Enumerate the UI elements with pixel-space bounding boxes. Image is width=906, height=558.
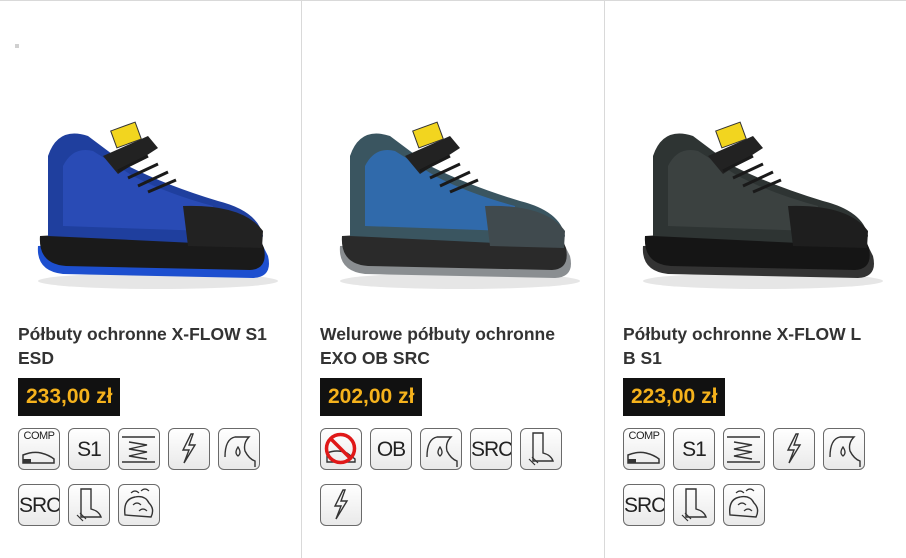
product-title-line[interactable]: Półbuty ochronne X-FLOW S1 — [18, 322, 293, 346]
ob-standard-icon: OB — [370, 428, 412, 470]
product-title-line[interactable]: ESD — [18, 346, 293, 370]
comp-toe-cap-icon: COMP — [18, 428, 60, 470]
antistatic-sole-icon — [723, 428, 765, 470]
esd-lightning-icon — [168, 428, 210, 470]
product-image[interactable] — [18, 96, 288, 301]
esd-lightning-icon — [773, 428, 815, 470]
price-badge: 202,00 zł — [320, 378, 423, 416]
product-title[interactable]: Półbuty ochronne X-FLOW S1 ESD — [18, 322, 293, 370]
product-image[interactable] — [623, 96, 893, 301]
product-title-line[interactable]: B S1 — [623, 346, 898, 370]
product-title-line[interactable]: EXO OB SRC — [320, 346, 595, 370]
product-title-line[interactable]: Welurowe półbuty ochronne — [320, 322, 595, 346]
product-image[interactable] — [320, 96, 590, 301]
esd-lightning-icon — [320, 484, 362, 526]
product-card[interactable]: Welurowe półbuty ochronne EXO OB SRC 202… — [302, 1, 605, 558]
feature-icons: COMP S1 SRC — [623, 428, 903, 540]
boot-energy-absorption-icon — [68, 484, 110, 526]
product-card[interactable]: Półbuty ochronne X-FLOW S1 ESD 233,00 zł… — [0, 1, 302, 558]
breathable-icon — [723, 484, 765, 526]
boot-energy-absorption-icon — [520, 428, 562, 470]
product-title-line[interactable]: Półbuty ochronne X-FLOW L — [623, 322, 898, 346]
src-slip-resistance-icon: SRC — [18, 484, 60, 526]
feature-icons: COMP S1 SRC — [18, 428, 298, 540]
water-drop-icon — [420, 428, 462, 470]
s1-standard-icon: S1 — [673, 428, 715, 470]
breathable-icon — [118, 484, 160, 526]
water-drop-icon — [218, 428, 260, 470]
price-badge: 233,00 zł — [18, 378, 121, 416]
water-drop-icon — [823, 428, 865, 470]
product-title[interactable]: Półbuty ochronne X-FLOW L B S1 — [623, 322, 898, 370]
product-card[interactable]: Półbuty ochronne X-FLOW L B S1 223,00 zł… — [605, 1, 906, 558]
product-grid: Półbuty ochronne X-FLOW S1 ESD 233,00 zł… — [0, 0, 906, 558]
s1-standard-icon: S1 — [68, 428, 110, 470]
no-metal-icon — [320, 428, 362, 470]
src-slip-resistance-icon: SRC — [470, 428, 512, 470]
src-slip-resistance-icon: SRC — [623, 484, 665, 526]
divider-dot — [15, 44, 19, 48]
comp-toe-cap-icon: COMP — [623, 428, 665, 470]
feature-icons: OB SRC — [320, 428, 600, 540]
boot-energy-absorption-icon — [673, 484, 715, 526]
antistatic-sole-icon — [118, 428, 160, 470]
product-title[interactable]: Welurowe półbuty ochronne EXO OB SRC — [320, 322, 595, 370]
price-badge: 223,00 zł — [623, 378, 726, 416]
